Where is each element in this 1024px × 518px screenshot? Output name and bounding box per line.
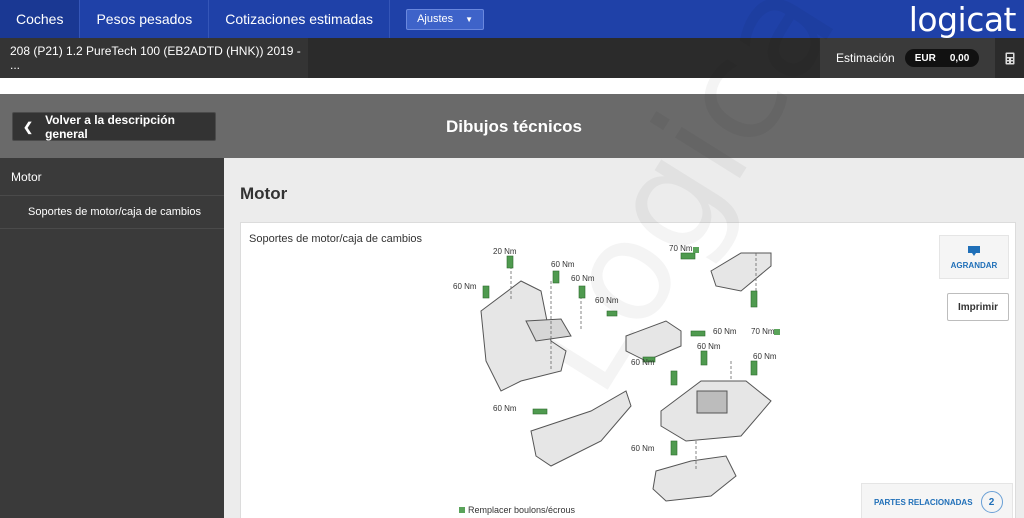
technical-drawing[interactable]: 20 Nm 60 Nm 60 Nm 60 Nm 60 Nm 60 Nm 70 N…: [441, 241, 811, 518]
torque-label: 70 Nm: [751, 327, 775, 336]
torque-label: 60 Nm: [753, 352, 777, 361]
related-parts-count: 2: [980, 491, 1003, 513]
estimate-amount-pill: EUR 0,00: [904, 49, 980, 67]
enlarge-icon: [968, 245, 980, 256]
drawing-panel: Logicat Soportes de motor/caja de cambio…: [240, 0, 1016, 518]
torque-label: 60 Nm: [551, 260, 575, 269]
tab-coches[interactable]: Coches: [0, 0, 81, 38]
torque-label: 60 Nm: [453, 282, 477, 291]
bolt: [506, 255, 514, 269]
sidebar-item-engine-mounts[interactable]: Soportes de motor/caja de cambios: [0, 196, 224, 229]
torque-label: 60 Nm: [493, 404, 517, 413]
bolt-legend: Remplacer boulons/écrous: [459, 505, 575, 515]
tab-cotizaciones[interactable]: Cotizaciones estimadas: [209, 0, 391, 38]
calculator-icon[interactable]: [995, 38, 1024, 78]
estimate-label: Estimación: [836, 51, 895, 65]
torque-label: 60 Nm: [631, 358, 655, 367]
amount: 0,00: [949, 52, 970, 64]
torque-label: 20 Nm: [493, 247, 517, 256]
tab-pesos-pesados[interactable]: Pesos pesados: [80, 0, 210, 38]
estimate-widget[interactable]: Estimación EUR 0,00: [820, 38, 995, 78]
currency: EUR: [914, 52, 936, 64]
back-button-label: Volver a la descripción general: [45, 112, 175, 141]
title-bar: ❮ Volver a la descripción general Dibujo…: [0, 94, 1024, 158]
torque-label: 70 Nm: [669, 244, 693, 253]
drawing-title: Soportes de motor/caja de cambios: [249, 233, 423, 245]
page-title: Dibujos técnicos: [445, 117, 583, 136]
sidebar-item-motor[interactable]: Motor: [0, 158, 224, 196]
settings-dropdown[interactable]: Ajustes ▼: [406, 8, 485, 30]
legend-label: Remplacer boulons/écrous: [468, 505, 576, 515]
settings-label: Ajustes: [417, 13, 454, 25]
print-button[interactable]: Imprimir: [947, 293, 1009, 321]
legend-square-icon: [459, 507, 465, 513]
enlarge-button[interactable]: AGRANDAR: [939, 235, 1009, 279]
related-parts-button[interactable]: PARTES RELACIONADAS 2: [861, 483, 1013, 518]
vehicle-bar: 208 (P21) 1.2 PureTech 100 (EB2ADTD (HNK…: [0, 38, 1024, 78]
torque-label: 60 Nm: [697, 342, 721, 351]
sidebar: Motor Soportes de motor/caja de cambios: [0, 158, 224, 518]
section-title: Motor: [240, 184, 288, 203]
main-content: Motor Logicat Soportes de motor/caja de …: [224, 0, 1024, 518]
caret-down-icon: ▼: [465, 14, 474, 24]
torque-label: 60 Nm: [571, 274, 595, 283]
vehicle-selector[interactable]: 208 (P21) 1.2 PureTech 100 (EB2ADTD (HNK…: [0, 38, 308, 78]
torque-label: 60 Nm: [713, 327, 737, 336]
torque-label: 60 Nm: [595, 296, 619, 305]
logicat-logo[interactable]: logicat: [909, 0, 1017, 39]
torque-label: 60 Nm: [631, 444, 655, 453]
enlarge-label: AGRANDAR: [950, 260, 998, 270]
top-nav: Coches Pesos pesados Cotizaciones estima…: [0, 0, 1024, 39]
back-to-overview-button[interactable]: ❮ Volver a la descripción general: [12, 112, 216, 141]
related-parts-label: PARTES RELACIONADAS: [874, 497, 973, 507]
chevron-left-icon: ❮: [23, 119, 34, 134]
